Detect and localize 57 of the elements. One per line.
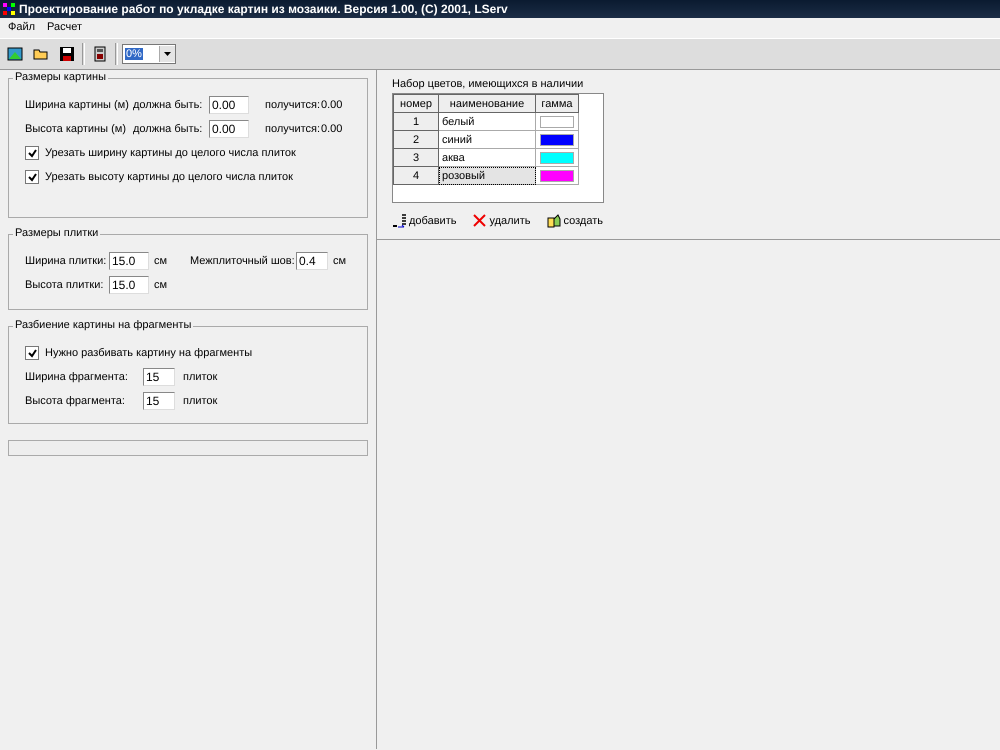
unit-label: см xyxy=(154,279,168,291)
row-header: 2 xyxy=(394,130,438,148)
field-label: Ширина плитки: xyxy=(25,255,108,267)
column-header[interactable]: наименование xyxy=(438,94,536,112)
result-value: 0.00 xyxy=(321,123,342,135)
field-label: Высота плитки: xyxy=(25,279,104,291)
checkbox-label: Урезать высоту картины до целого числа плиток xyxy=(45,171,293,183)
section-title: Набор цветов, имеющихся в наличии xyxy=(392,78,584,90)
unit-label: см xyxy=(154,255,168,267)
group-title: Размеры плитки xyxy=(13,227,100,239)
input-field[interactable]: 15 xyxy=(143,368,175,386)
checkbox[interactable] xyxy=(25,146,39,160)
menu-item[interactable]: Расчет xyxy=(41,21,88,33)
column-header[interactable]: номер xyxy=(394,94,438,112)
table-cell[interactable]: синий xyxy=(438,130,536,148)
field-label: Высота фрагмента: xyxy=(25,395,126,407)
unit-label: см xyxy=(333,255,346,267)
app-icon xyxy=(3,3,15,15)
checkbox-label: Урезать ширину картины до целого числа плиток xyxy=(45,147,296,159)
group-title: Разбиение картины на фрагменты xyxy=(13,319,194,331)
action-link[interactable]: добавить xyxy=(392,213,456,228)
row-header: 4 xyxy=(394,166,438,184)
field-label: получится: xyxy=(265,99,321,111)
caret-icon xyxy=(164,52,171,56)
menu-item[interactable]: Файл xyxy=(2,21,42,33)
field-label: должна быть: xyxy=(133,99,204,111)
row-header: 3 xyxy=(394,148,438,166)
field-label: Ширина картины (м) xyxy=(25,99,130,111)
input-field[interactable]: 15.0 xyxy=(109,252,149,270)
unit-label: плиток xyxy=(183,395,218,407)
field-label: Высота картины (м) xyxy=(25,123,127,135)
input-field[interactable]: 15.0 xyxy=(109,276,149,294)
delete-icon xyxy=(472,213,488,228)
field-label: Межплиточный шов: xyxy=(190,255,296,267)
thumb-icon xyxy=(546,213,562,228)
field-label: должна быть: xyxy=(133,123,204,135)
checkbox-label: Нужно разбивать картину на фрагменты xyxy=(45,347,252,359)
group-title: Размеры картины xyxy=(13,71,108,83)
checkbox[interactable] xyxy=(25,346,39,360)
row-header: 1 xyxy=(394,112,438,130)
input-field[interactable]: 0.00 xyxy=(209,96,249,114)
table-cell[interactable]: белый xyxy=(438,112,536,130)
field-label: получится: xyxy=(265,123,321,135)
input-field[interactable]: 0.4 xyxy=(296,252,328,270)
input-field[interactable]: 0.00 xyxy=(209,120,249,138)
input-field[interactable]: 15 xyxy=(143,392,175,410)
table-cell[interactable]: розовый xyxy=(438,166,536,184)
unit-label: плиток xyxy=(183,371,218,383)
result-value: 0.00 xyxy=(321,99,342,111)
action-link[interactable]: создать xyxy=(546,213,603,228)
field-label: Ширина фрагмента: xyxy=(25,371,129,383)
zoom-dropdown[interactable]: 0% xyxy=(122,44,176,64)
action-link[interactable]: удалить xyxy=(472,213,530,228)
checkbox[interactable] xyxy=(25,170,39,184)
add-icon xyxy=(392,213,407,228)
column-header[interactable]: гамма xyxy=(536,94,578,112)
window-title: Проектирование работ по укладке картин из мозаики. Версия 1.00, (C) 2001, LServ xyxy=(19,2,508,16)
